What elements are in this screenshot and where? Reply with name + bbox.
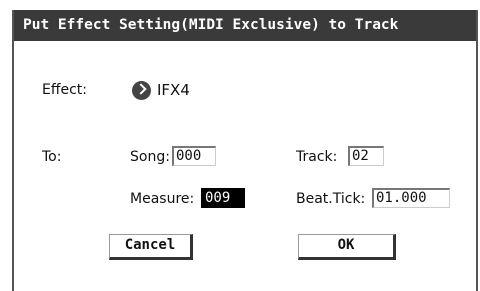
- song-field[interactable]: 000: [172, 146, 216, 166]
- effect-label: Effect:: [42, 82, 88, 98]
- track-label: Track:: [296, 149, 338, 165]
- measure-field[interactable]: 009: [201, 188, 245, 208]
- dialog-title: Put Effect Setting(MIDI Exclusive) to Tr…: [14, 10, 476, 41]
- beat-tick-field[interactable]: 01.000: [372, 188, 450, 208]
- cancel-button[interactable]: Cancel: [109, 234, 193, 260]
- arrow-right-icon[interactable]: [132, 81, 151, 100]
- song-label: Song:: [130, 149, 170, 165]
- to-label: To:: [42, 149, 62, 165]
- effect-value[interactable]: IFX4: [157, 81, 190, 99]
- measure-label: Measure:: [130, 191, 195, 207]
- track-field[interactable]: 02: [348, 146, 384, 166]
- beat-tick-label: Beat.Tick:: [296, 191, 366, 207]
- ok-button[interactable]: OK: [298, 234, 396, 260]
- put-effect-dialog: Put Effect Setting(MIDI Exclusive) to Tr…: [12, 10, 478, 291]
